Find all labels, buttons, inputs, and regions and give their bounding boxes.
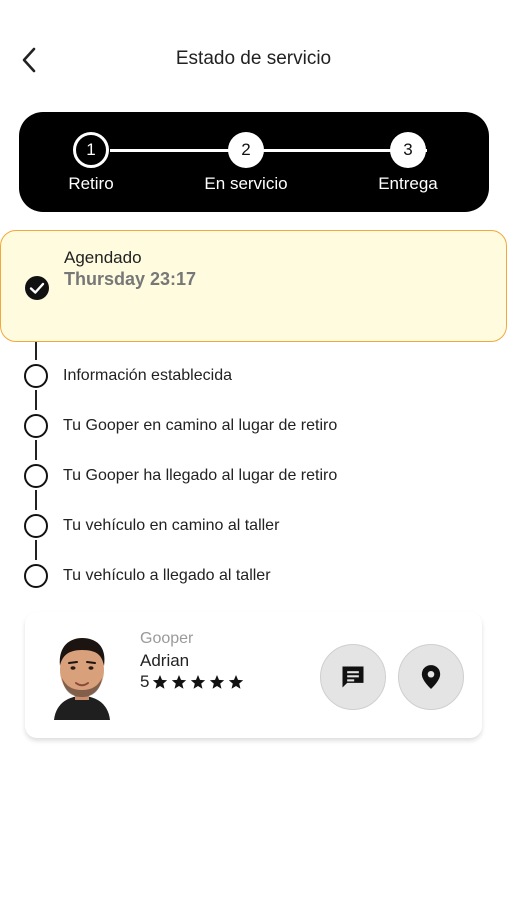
timeline-item-label: Información establecida — [63, 367, 232, 384]
timeline-connector — [35, 342, 37, 360]
status-time: Thursday 23:17 — [64, 269, 197, 289]
timeline-item-label: Tu vehículo en camino al taller — [63, 517, 280, 534]
check-circle-icon — [25, 276, 49, 300]
star-icon — [191, 675, 206, 689]
timeline-item: Tu Gooper en camino al lugar de retiro — [0, 410, 507, 440]
location-pin-icon — [421, 665, 441, 689]
star-rating — [152, 674, 244, 690]
empty-circle-icon — [24, 564, 48, 588]
status-label: Agendado — [64, 248, 142, 267]
step-2-label: En servicio — [204, 174, 288, 193]
star-icon — [172, 675, 187, 689]
step-1-label: Retiro — [68, 174, 114, 193]
card-role: Gooper — [140, 630, 194, 647]
timeline-item: Información establecida — [0, 360, 507, 390]
empty-circle-icon — [24, 414, 48, 438]
avatar — [54, 638, 110, 720]
rating: 5 — [140, 672, 244, 692]
page-title: Estado de servicio — [175, 48, 332, 69]
timeline-item-label: Tu Gooper en camino al lugar de retiro — [63, 417, 338, 434]
timeline-connector — [35, 390, 37, 410]
timeline-connector — [35, 540, 37, 560]
timeline-connector — [35, 490, 37, 510]
timeline-connector — [35, 440, 37, 460]
gooper-card: Gooper Adrian 5 — [25, 612, 482, 738]
timeline-item: Tu vehículo en camino al taller — [0, 510, 507, 540]
star-icon — [210, 675, 225, 689]
timeline-item-label: Tu vehículo a llegado al taller — [63, 567, 271, 584]
current-status-card: Agendado Thursday 23:17 — [0, 230, 507, 342]
star-icon — [229, 675, 244, 689]
empty-circle-icon — [24, 364, 48, 388]
gooper-name: Adrian — [140, 651, 190, 670]
location-button[interactable] — [398, 644, 464, 710]
chat-icon — [342, 666, 364, 688]
step-3-label: Entrega — [378, 174, 438, 193]
empty-circle-icon — [24, 464, 48, 488]
timeline-item: Tu vehículo a llegado al taller — [0, 560, 507, 590]
timeline-item-label: Tu Gooper ha llegado al lugar de retiro — [63, 467, 338, 484]
chat-button[interactable] — [320, 644, 386, 710]
timeline-item: Tu Gooper ha llegado al lugar de retiro — [0, 460, 507, 490]
step-1-circle[interactable]: 1 — [73, 132, 109, 168]
progress-stepper: 1 2 3 Retiro En servicio Entrega — [19, 112, 489, 212]
rating-value: 5 — [140, 672, 150, 691]
header: Estado de servicio — [0, 0, 507, 120]
step-3-circle[interactable]: 3 — [390, 132, 426, 168]
empty-circle-icon — [24, 514, 48, 538]
star-icon — [153, 675, 168, 689]
step-2-circle[interactable]: 2 — [228, 132, 264, 168]
status-timeline: Información establecida Tu Gooper en cam… — [0, 340, 507, 600]
